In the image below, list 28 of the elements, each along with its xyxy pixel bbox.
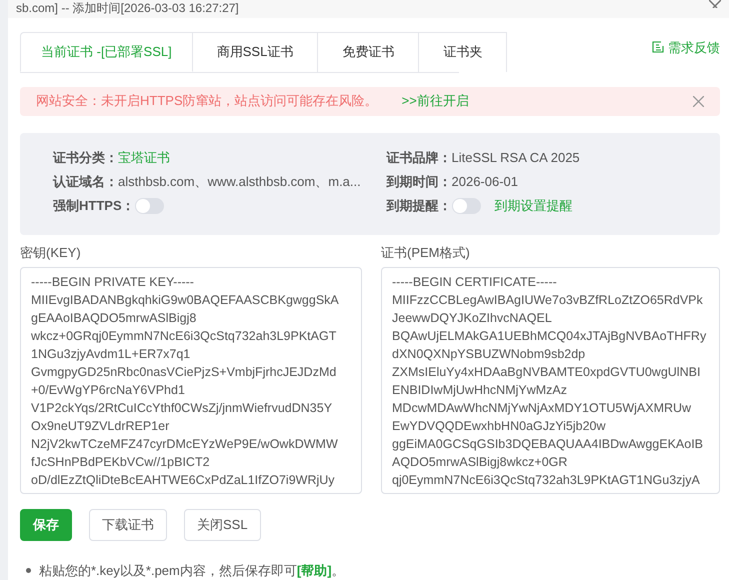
tab[interactable]: 免费证书 (318, 32, 420, 72)
field-label: 强制HTTPS： (53, 196, 135, 215)
bullet-icon (26, 568, 31, 573)
window-title: sb.com] -- 添加时间[2026-03-03 16:27:27] (16, 1, 239, 16)
close-icon[interactable] (709, 0, 721, 8)
certificate-label: 证书(PEM格式) (381, 244, 471, 262)
tip-text: 粘贴您的*.key以及*.pem内容，然后保存即可[帮助]。 (39, 562, 345, 580)
field-label: 认证域名： (53, 172, 118, 191)
edit-icon (652, 41, 664, 54)
field-value: 2026-06-01 (452, 172, 518, 191)
tab[interactable]: 证书夹 (419, 32, 508, 72)
field-value: LiteSSL RSA CA 2025 (452, 148, 580, 167)
field-label: 证书分类： (53, 148, 118, 167)
field-value: alsthbsb.com、www.alsthbsb.com、m.a... (118, 172, 361, 191)
key-textarea[interactable]: -----BEGIN PRIVATE KEY----- MIIEvgIBADANBgkqhkiG9w0BAQEFAASCBKgwggSkA gEAAoIBAQDO5mrwASlBigj8 wkcz+0GRqj0EymmN7NcE6i3QcStq732ah3L9PKtAGT 1NGu3zjyAvdm1L+ER7x7q1 GvmgpyGD25nRbc0nasVCiePjzS+VmbjFjrhcJEJDzMd +0/EvWgYP6rcNaY6VPhd1 V1P2ckYqs/2RtCuICcYthf0CWsZj/jnmWiefrvudDN35Y Ox9neUT9ZVLdrREP1er N2jV2kwTCzeMFZ47cyrDMcEYzWeP9E/wOwkDWMW fJcSHnPBdPEKbVCw//1pBICT2 oD/dlEzZtQliDteBcEAHTWE6CxPdZaL1IfZO7i9WRjUy (20, 266, 362, 494)
action-button[interactable]: 关闭SSL (184, 508, 261, 540)
field-label: 证书品牌： (386, 148, 452, 167)
alert-message: 网站安全：未开启HTTPS防窜站，站点访问可能存在风险。 (36, 92, 378, 110)
action-button[interactable]: 下载证书 (89, 508, 167, 540)
tab[interactable]: 商用SSL证书 (192, 32, 318, 72)
field-label: 到期时间： (386, 172, 452, 191)
field-value: 宝塔证书 (118, 148, 170, 167)
toggle-switch[interactable] (134, 198, 164, 214)
key-label: 密钥(KEY) (20, 244, 82, 262)
certificate-textarea[interactable]: -----BEGIN CERTIFICATE----- MIIFzzCCBLegAwIBAgIUWe7o3vBZfRLoZtZO65RdVPk JeewwDQYJKoZIhvcNAQEL BQAwUjELMAkGA1UEBhMCQ04xJTAjBgNVBAoTHFRy dXN0QXNpYSBUZWNobm9sb2dp ZXMsIEluYy4xHDAaBgNVBAMTE0xpdGVTU0wgUlNBI ENBIDIwMjUwHhcNMjYwMzAz MDcwMDAwWhcNMjYwNjAxMDY1OTU5WjAXMRUw EwYDVQQDEwxhbHN0aGJzYi5jb20w ggEiMA0GCSqGSIb3DQEBAQUAA4IBDwAwggEKAoIB AQDO5mrwASlBigj8wkcz+0GR qj0EymmN7NcE6i3QcStq732ah3L9PKtAGT1NGu3zjyA (381, 266, 720, 494)
toggle-switch[interactable] (452, 198, 480, 214)
field-label: 到期提醒： (386, 196, 452, 215)
close-icon[interactable] (693, 96, 704, 106)
